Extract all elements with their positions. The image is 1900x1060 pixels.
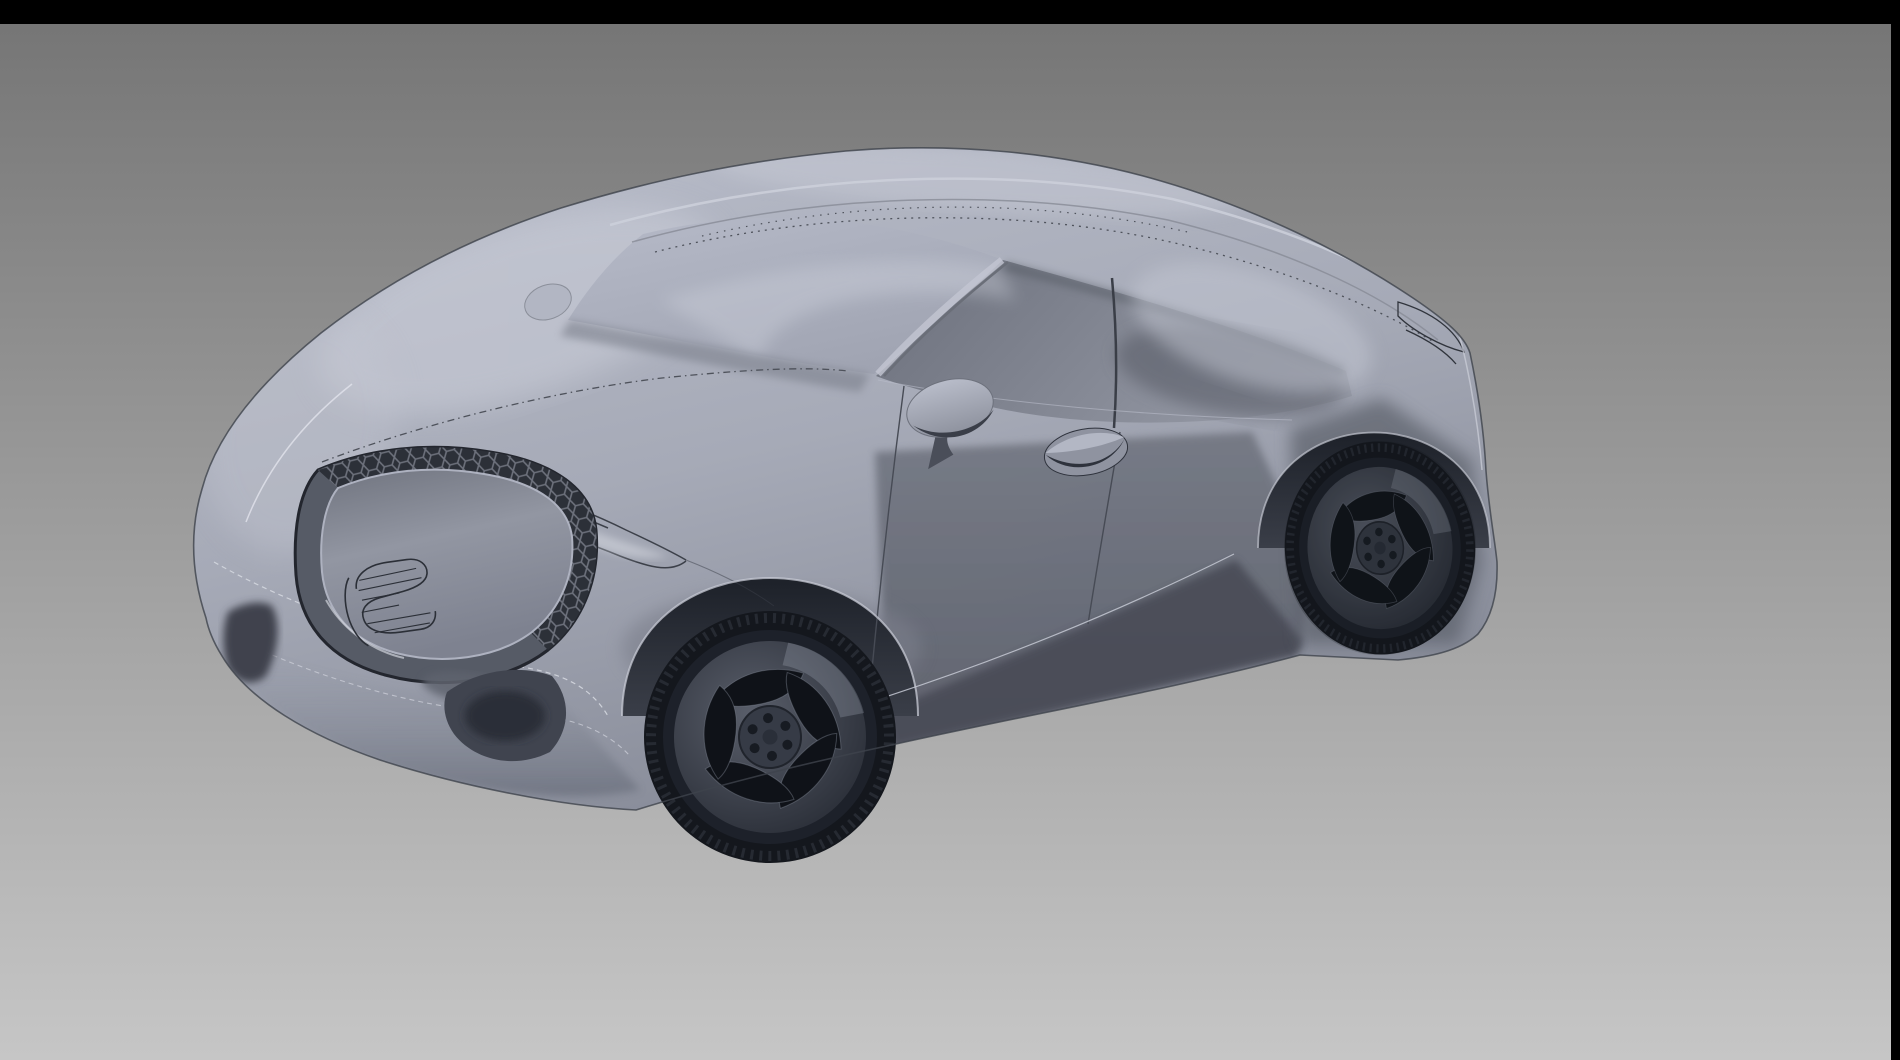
rear-wheel-shade xyxy=(1284,441,1476,655)
letterbox-top-bar xyxy=(0,0,1900,24)
letterbox-right-bar xyxy=(1891,0,1900,1060)
car-render-canvas xyxy=(0,0,1900,1060)
render-viewport[interactable] xyxy=(0,0,1900,1060)
front-grille xyxy=(295,447,596,682)
intake-cavity xyxy=(465,691,545,741)
grille-inner-panel xyxy=(321,470,572,659)
